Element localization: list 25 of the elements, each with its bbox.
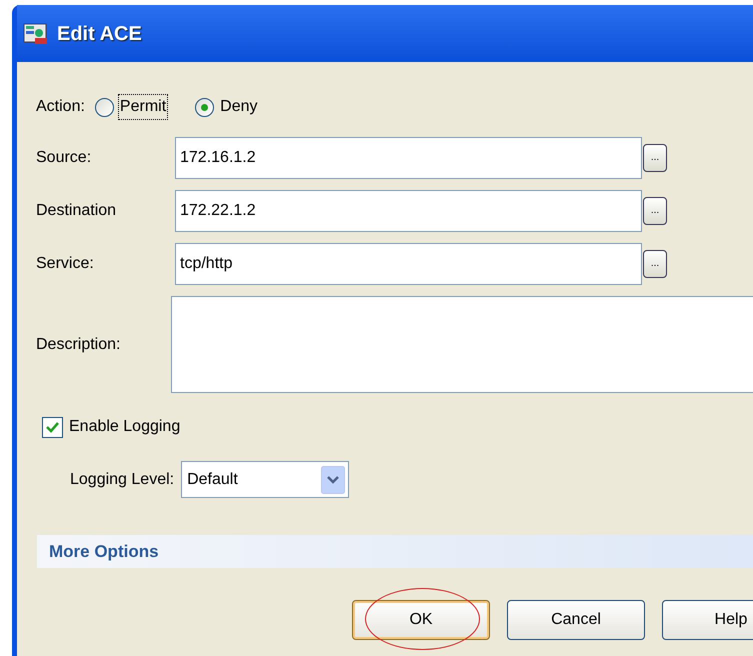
action-label: Action: [36, 97, 85, 117]
browse-button[interactable]: ... [643, 144, 667, 172]
browse-button[interactable]: ... [643, 250, 667, 278]
radio-label[interactable]: Deny [219, 95, 259, 119]
more-options-bar[interactable]: More Options [37, 535, 753, 568]
radio-button[interactable] [195, 98, 214, 116]
dialog-button[interactable]: OK [352, 600, 490, 640]
field-label: Source: [36, 148, 92, 168]
radio-label[interactable]: Permit [118, 95, 168, 119]
logging-level-label: Logging Level: [70, 470, 174, 490]
description-box[interactable] [170, 296, 753, 393]
logging-level-dropdown[interactable]: Default [181, 461, 350, 498]
input-field[interactable]: 172.22.1.2 [175, 190, 642, 232]
browse-button[interactable]: ... [643, 197, 667, 225]
radio-button[interactable] [94, 98, 114, 116]
field-label: Destination [36, 201, 118, 221]
dialog-button[interactable]: Help [662, 600, 753, 640]
window-app-icon [23, 22, 49, 46]
field-label: Service: [36, 254, 95, 274]
field-label: Description: [36, 334, 122, 354]
checkbox-label[interactable]: Enable Logging [69, 415, 180, 439]
window-title: Edit ACE [57, 22, 142, 46]
input-field[interactable]: 172.16.1.2 [175, 137, 642, 179]
dialog-button[interactable]: Cancel [507, 600, 645, 640]
input-field[interactable]: tcp/http [175, 243, 642, 285]
